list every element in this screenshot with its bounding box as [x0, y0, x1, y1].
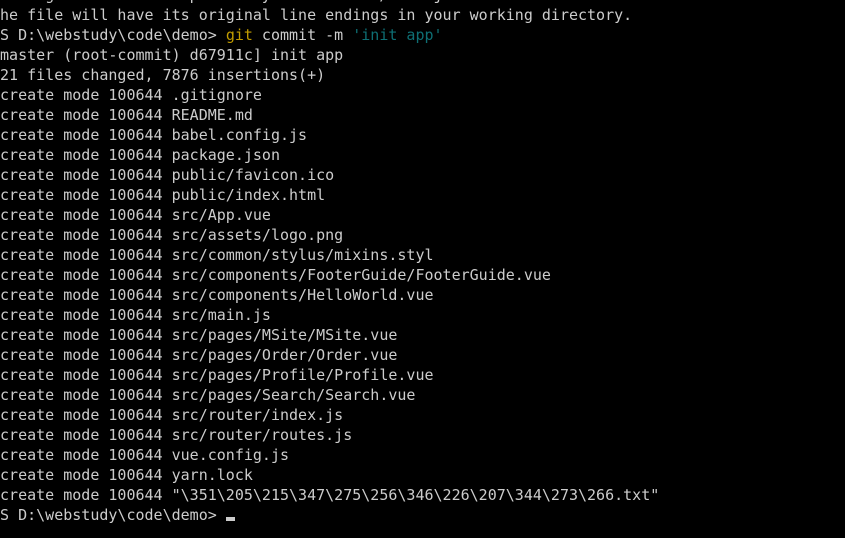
- terminal-text-segment: create mode 100644 src/pages/Profile/Pro…: [0, 366, 434, 384]
- terminal-line-file-favicon: create mode 100644 public/favicon.ico: [0, 165, 845, 185]
- terminal-text-segment: create mode 100644 src/router/routes.js: [0, 426, 353, 444]
- terminal-line-warning-crlf-cont: The file will have its original line end…: [0, 5, 845, 25]
- terminal-text-segment: PS D:\webstudy\code\demo>: [0, 506, 217, 524]
- terminal-line-file-index-html: create mode 100644 public/index.html: [0, 185, 845, 205]
- terminal-text-segment: create mode 100644 src/router/index.js: [0, 406, 344, 424]
- terminal-text-segment: create mode 100644 babel.config.js: [0, 126, 308, 144]
- terminal-text-segment: create mode 100644 README.md: [0, 106, 253, 124]
- terminal-window[interactable]: warning: LF will be replaced by CRLF in …: [0, 0, 845, 538]
- terminal-text-segment: create mode 100644 src/components/HelloW…: [0, 286, 434, 304]
- terminal-output-buffer: warning: LF will be replaced by CRLF in …: [0, 0, 845, 525]
- terminal-text-segment: warning: LF will be replaced by CRLF in …: [0, 0, 461, 4]
- terminal-text-segment: commit -m: [252, 26, 353, 44]
- terminal-text-segment: create mode 100644 src/assets/logo.png: [0, 226, 344, 244]
- terminal-text-segment: create mode 100644 vue.config.js: [0, 446, 290, 464]
- terminal-line-file-gitignore: create mode 100644 .gitignore: [0, 85, 845, 105]
- terminal-line-file-babel-config: create mode 100644 babel.config.js: [0, 125, 845, 145]
- terminal-text-segment: The file will have its original line end…: [0, 6, 633, 24]
- terminal-text-segment: [master (root-commit) d67911c] init app: [0, 46, 344, 64]
- terminal-line-file-search-vue: create mode 100644 src/pages/Search/Sear…: [0, 385, 845, 405]
- terminal-text-segment: create mode 100644 src/pages/MSite/MSite…: [0, 326, 398, 344]
- terminal-line-file-profile-vue: create mode 100644 src/pages/Profile/Pro…: [0, 365, 845, 385]
- terminal-text-segment: create mode 100644 src/main.js: [0, 306, 271, 324]
- terminal-text-segment: create mode 100644 src/components/Footer…: [0, 266, 551, 284]
- terminal-text-segment: 21 files changed, 7876 insertions(+): [0, 66, 326, 84]
- terminal-line-file-footerguide-vue: create mode 100644 src/components/Footer…: [0, 265, 845, 285]
- terminal-text-segment: create mode 100644 .gitignore: [0, 86, 262, 104]
- terminal-line-prompt-final: PS D:\webstudy\code\demo>: [0, 505, 845, 525]
- terminal-line-file-main-js: create mode 100644 src/main.js: [0, 305, 845, 325]
- terminal-line-file-escaped-chinese-txt: create mode 100644 "\351\205\215\347\275…: [0, 485, 845, 505]
- terminal-line-file-msite-vue: create mode 100644 src/pages/MSite/MSite…: [0, 325, 845, 345]
- terminal-line-file-router-routes-js: create mode 100644 src/router/routes.js: [0, 425, 845, 445]
- terminal-text-segment: create mode 100644 src/App.vue: [0, 206, 271, 224]
- terminal-line-file-readme: create mode 100644 README.md: [0, 105, 845, 125]
- terminal-line-file-yarn-lock: create mode 100644 yarn.lock: [0, 465, 845, 485]
- terminal-text-segment: git: [225, 26, 253, 44]
- terminal-line-file-mixins-styl: create mode 100644 src/common/stylus/mix…: [0, 245, 845, 265]
- terminal-text-segment: create mode 100644 src/pages/Search/Sear…: [0, 386, 416, 404]
- terminal-text-segment: create mode 100644 src/common/stylus/mix…: [0, 246, 434, 264]
- terminal-text-segment: create mode 100644 yarn.lock: [0, 466, 253, 484]
- terminal-text-segment: create mode 100644 src/pages/Order/Order…: [0, 346, 398, 364]
- terminal-line-prompt-commit: PS D:\webstudy\code\demo> git commit -m …: [0, 25, 845, 45]
- terminal-line-file-logo-png: create mode 100644 src/assets/logo.png: [0, 225, 845, 245]
- terminal-line-file-router-index-js: create mode 100644 src/router/index.js: [0, 405, 845, 425]
- terminal-line-file-package-json: create mode 100644 package.json: [0, 145, 845, 165]
- terminal-text-segment: create mode 100644 public/favicon.ico: [0, 166, 335, 184]
- terminal-text-segment: 'init app': [352, 26, 443, 44]
- terminal-text-segment: create mode 100644 package.json: [0, 146, 280, 164]
- terminal-text-segment: create mode 100644 "\351\205\215\347\275…: [0, 486, 660, 504]
- terminal-line-file-order-vue: create mode 100644 src/pages/Order/Order…: [0, 345, 845, 365]
- terminal-text-segment: PS D:\webstudy\code\demo>: [0, 26, 226, 44]
- terminal-text-segment: create mode 100644 public/index.html: [0, 186, 326, 204]
- terminal-line-file-app-vue: create mode 100644 src/App.vue: [0, 205, 845, 225]
- terminal-line-file-helloworld-vue: create mode 100644 src/components/HelloW…: [0, 285, 845, 305]
- text-cursor: [225, 517, 235, 521]
- terminal-line-file-vue-config-js: create mode 100644 vue.config.js: [0, 445, 845, 465]
- terminal-line-commit-stats: 21 files changed, 7876 insertions(+): [0, 65, 845, 85]
- terminal-line-commit-summary: [master (root-commit) d67911c] init app: [0, 45, 845, 65]
